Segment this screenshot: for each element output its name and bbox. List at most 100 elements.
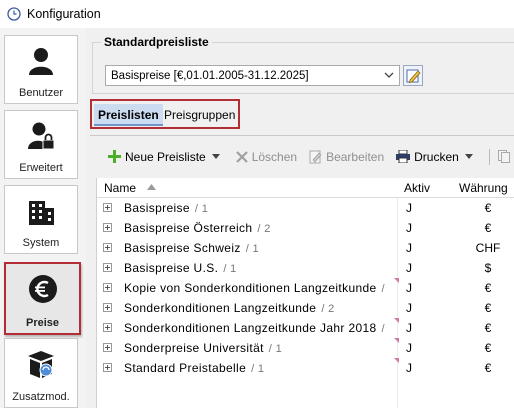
row-active: J [406,361,412,375]
row-active: J [406,281,412,295]
row-active: J [406,301,412,315]
sidebar-item-label: Zusatzmod. [12,391,70,403]
title-bar: Konfiguration [0,0,514,28]
comment-marker [394,358,399,363]
expand-icon[interactable] [103,323,112,332]
row-currency: $ [484,261,492,275]
row-name: Sonderkonditionen Langzeitkunde Jahr 201… [124,321,385,335]
sidebar-item-label: System [22,237,60,249]
row-active: J [406,221,412,235]
sidebar-item-benutzer[interactable]: Benutzer [4,35,78,104]
new-price-list-button[interactable]: Neue Preisliste [108,150,224,164]
row-currency: CHF [475,241,501,255]
sidebar-item-erweitert[interactable]: Erweitert [4,110,78,179]
comment-marker [394,278,399,283]
toolbar: Neue Preisliste Löschen Bearbeiten Druck… [90,135,514,177]
row-name: Basispreise U.S./ 1 [124,261,237,275]
expand-icon[interactable] [103,363,112,372]
euro-icon [28,275,57,303]
table-row[interactable]: Kopie von Sonderkonditionen Langzeitkund… [97,278,514,298]
toolbar-divider [488,148,490,165]
module-box-icon [28,351,54,378]
window-title: Konfiguration [27,7,101,21]
row-active: J [406,201,412,215]
chevron-down-icon [384,72,394,78]
delete-button[interactable]: Löschen [235,149,298,164]
table-row[interactable]: Sonderpreise Universität/ 1 J € [97,338,514,358]
table-row[interactable]: Sonderkonditionen Langzeitkunde Jahr 201… [97,318,514,338]
clock-icon [7,7,21,21]
standard-price-list-select[interactable]: Basispreise [€,01.01.2005-31.12.2025] [105,65,400,86]
row-currency: € [484,361,492,375]
plus-icon [108,150,121,163]
delete-x-icon [235,150,248,163]
tab-preislisten[interactable]: Preislisten [94,104,163,126]
table-row[interactable]: Basispreise Österreich/ 2 J € [97,218,514,238]
table-row[interactable]: Basispreise U.S./ 1 J $ [97,258,514,278]
row-active: J [406,341,412,355]
table-row[interactable]: Standard Preistabelle/ 1 J € [97,358,514,378]
new-price-list-label: Neue Preisliste [125,149,206,164]
row-active: J [406,321,412,335]
select-value: Basispreise [€,01.01.2005-31.12.2025] [111,69,309,82]
row-name: Kopie von Sonderkonditionen Langzeitkund… [124,281,385,295]
column-header-name[interactable]: Name [104,181,136,195]
sidebar-item-label: Erweitert [19,162,63,174]
row-currency: € [484,201,492,215]
row-name: Basispreise/ 1 [124,201,209,215]
expand-icon[interactable] [103,243,112,252]
caret-down-icon [464,153,473,159]
table-row[interactable]: Basispreise Schweiz/ 1 J CHF [97,238,514,258]
tab-preisgruppen[interactable]: Preisgruppen [160,104,239,126]
print-button[interactable]: Drucken [396,150,477,164]
expand-icon[interactable] [103,303,112,312]
edit-button[interactable]: Bearbeiten [309,150,384,164]
row-name: Standard Preistabelle/ 1 [124,361,265,375]
sort-ascending-icon [147,184,156,190]
caret-down-icon [211,153,220,159]
row-name: Basispreise Österreich/ 2 [124,221,271,235]
row-active: J [406,241,412,255]
delete-label: Löschen [251,149,298,164]
edit-label: Bearbeiten [326,149,385,164]
column-header-currency[interactable]: Währung [459,181,508,195]
printer-icon [396,150,411,163]
expand-icon[interactable] [103,223,112,232]
row-currency: € [484,281,492,295]
sidebar: Benutzer Erweitert System Preise Zusatzm… [0,28,86,408]
edit-price-list-button[interactable] [403,65,423,86]
row-currency: € [484,341,492,355]
edit-doc-icon [309,150,322,163]
building-icon [29,201,54,225]
column-header-active[interactable]: Aktiv [404,181,430,195]
sidebar-item-label: Preise [25,317,60,329]
group-title: Standardpreisliste [101,35,212,49]
comment-marker [394,338,399,343]
sidebar-item-system[interactable]: System [4,185,78,254]
table-header: Name Aktiv Währung [97,178,514,198]
row-currency: € [484,221,492,235]
expand-icon[interactable] [103,343,112,352]
expand-icon[interactable] [103,263,112,272]
row-currency: € [484,301,492,315]
row-name: Sonderpreise Universität/ 1 [124,341,283,355]
main-panel: Standardpreisliste Basispreise [€,01.01.… [86,28,514,408]
expand-icon[interactable] [103,203,112,212]
row-active: J [406,261,412,275]
expand-icon[interactable] [103,283,112,292]
sidebar-item-label: Benutzer [18,87,64,99]
user-lock-icon [28,122,55,150]
copy-button[interactable] [497,150,514,163]
edit-icon [406,69,421,83]
row-currency: € [484,321,492,335]
sidebar-item-preise[interactable]: Preise [4,262,81,335]
row-name: Basispreise Schweiz/ 1 [124,241,259,255]
print-label: Drucken [414,149,459,164]
comment-marker [394,318,399,323]
sidebar-item-zusatzmod[interactable]: Zusatzmod. [4,338,78,408]
copy-icon [497,150,510,163]
table-row[interactable]: Sonderkonditionen Langzeitkunde/ 2 J € [97,298,514,318]
table-row[interactable]: Basispreise/ 1 J € [97,198,514,218]
price-list-table: Name Aktiv Währung Basispreise/ 1 J € Ba… [96,178,514,408]
standard-price-list-group: Standardpreisliste Basispreise [€,01.01.… [92,35,514,94]
